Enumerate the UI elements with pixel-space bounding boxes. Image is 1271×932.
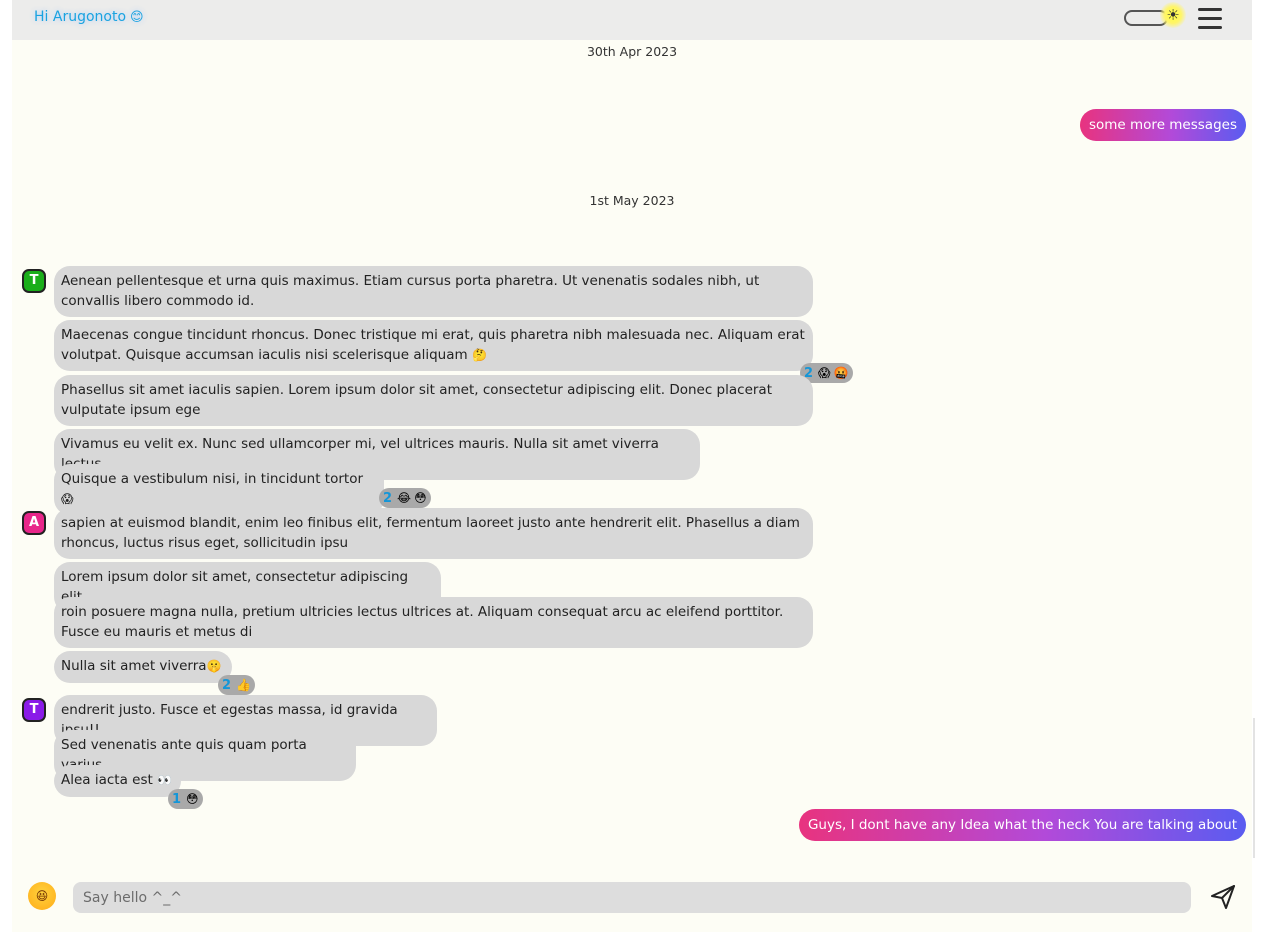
avatar[interactable]: A xyxy=(22,511,46,535)
message-bubble[interactable]: Aenean pellentesque et urna quis maximus… xyxy=(54,266,813,317)
scream-emoji-icon: 😱 xyxy=(61,491,74,506)
scream-emoji-icon: 😱 xyxy=(818,366,831,380)
eyes-emoji-icon: 👀 xyxy=(157,773,173,787)
smile-emoji-icon: 😊 xyxy=(130,10,144,25)
flushed-emoji-icon: 😳 xyxy=(186,792,199,806)
angry-emoji-icon: 🤬 xyxy=(833,366,849,380)
reaction-badge[interactable]: 2 👍 xyxy=(218,675,255,695)
message-text: sapien at euismod blandit, enim leo fini… xyxy=(61,515,800,551)
outgoing-message[interactable]: some more messages xyxy=(1079,109,1246,141)
message-bubble[interactable]: sapien at euismod blandit, enim leo fini… xyxy=(54,508,813,559)
message-text: Quisque a vestibulum nisi, in tincidunt … xyxy=(61,471,364,487)
thinking-emoji-icon: 🤔 xyxy=(471,347,487,362)
message-bubble[interactable]: Phasellus sit amet iaculis sapien. Lorem… xyxy=(54,375,813,426)
emoji-picker-icon[interactable]: 😆 xyxy=(28,882,56,910)
message-bubble[interactable]: roin posuere magna nulla, pretium ultric… xyxy=(54,597,813,648)
hamburger-menu-icon[interactable] xyxy=(1198,8,1224,30)
flushed-emoji-icon: 😳 xyxy=(414,491,427,505)
sun-glyph: ☀ xyxy=(1166,6,1180,24)
date-separator: 30th Apr 2023 xyxy=(586,44,678,59)
message-text: roin posuere magna nulla, pretium ultric… xyxy=(61,604,784,640)
shushing-emoji-icon: 🤫 xyxy=(206,659,222,673)
outgoing-message[interactable]: Guys, I dont have any Idea what the heck… xyxy=(798,809,1246,841)
message-text: Alea iacta est xyxy=(61,772,153,788)
scrollbar[interactable] xyxy=(1253,718,1255,858)
reaction-badge[interactable]: 1 😳 xyxy=(168,789,203,809)
avatar[interactable]: T xyxy=(22,269,46,293)
header-bar: Hi Arugonoto 😊 ☀ xyxy=(12,0,1252,40)
date-separator: 1st May 2023 xyxy=(589,193,675,208)
chat-app: Hi Arugonoto 😊 ☀ 30th Apr 2023 some more … xyxy=(12,0,1252,932)
avatar[interactable]: T xyxy=(22,698,46,722)
message-text: Aenean pellentesque et urna quis maximus… xyxy=(61,273,760,309)
message-text: Maecenas congue tincidunt rhoncus. Donec… xyxy=(61,327,805,363)
thumbs-up-emoji-icon: 👍 xyxy=(236,678,251,692)
message-input[interactable] xyxy=(73,882,1191,913)
message-bubble[interactable]: Nulla sit amet viverra🤫 xyxy=(54,651,232,683)
message-bubble[interactable]: Maecenas congue tincidunt rhoncus. Donec… xyxy=(54,320,813,371)
laughing-emoji-icon: 😂 xyxy=(397,491,412,505)
reaction-count: 2 xyxy=(383,490,393,506)
greeting-text: Hi Arugonoto xyxy=(34,9,127,25)
sun-icon[interactable]: ☀ xyxy=(1160,2,1186,28)
reaction-count: 1 xyxy=(172,791,182,807)
greeting: Hi Arugonoto 😊 xyxy=(34,9,144,25)
send-icon[interactable] xyxy=(1208,882,1238,912)
message-text: Nulla sit amet viverra xyxy=(61,658,207,674)
message-text: Phasellus sit amet iaculis sapien. Lorem… xyxy=(61,382,772,418)
reaction-badge[interactable]: 2 😂 😳 xyxy=(379,488,431,508)
message-bubble[interactable]: Alea iacta est 👀 xyxy=(54,765,181,797)
reaction-count: 2 xyxy=(222,677,232,693)
